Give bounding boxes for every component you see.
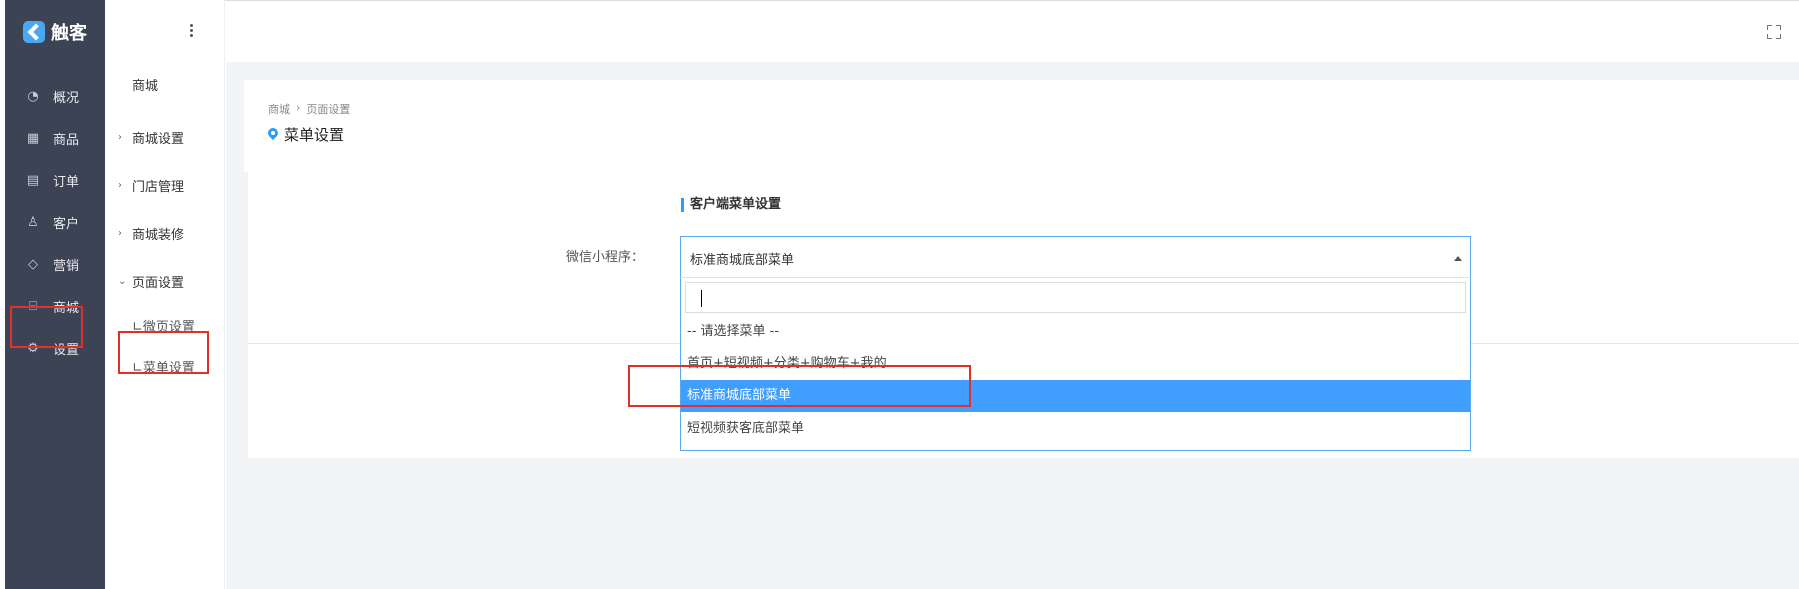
chevron-down-icon: ⌄ (118, 276, 127, 287)
breadcrumb-item[interactable]: 商城 (268, 101, 290, 117)
nav-item-label: 商品 (53, 132, 80, 148)
app-logo[interactable]: 触客 (23, 18, 87, 46)
menu-select[interactable]: 标准商城底部菜单 (680, 236, 1471, 278)
breadcrumb: 商城 › 页面设置 (268, 101, 350, 117)
page-title-row: 菜单设置 (268, 124, 344, 145)
chevron-right-icon: › (118, 180, 122, 191)
gauge-icon: ◔ (27, 88, 39, 104)
breadcrumb-separator-icon: › (296, 101, 301, 114)
tag-icon: ◇ (28, 256, 38, 272)
text-cursor (701, 290, 702, 307)
nav-item-label: 概况 (53, 90, 80, 106)
top-bar (225, 0, 1799, 62)
chevron-right-icon: › (118, 228, 122, 239)
sub-nav-micro-page-settings[interactable]: ∟微页设置 (132, 316, 195, 335)
nav-item-label: 客户 (53, 216, 80, 232)
dropdown-option-selected[interactable]: 标准商城底部菜单 (681, 380, 1470, 412)
sub-nav-store-management[interactable]: › 门店管理 (118, 176, 184, 195)
nav-item-orders[interactable]: ▤ 订单 (5, 165, 105, 195)
location-pin-icon (268, 128, 278, 141)
chevron-right-icon: › (118, 132, 122, 143)
logo-icon (23, 21, 45, 43)
gear-icon: ⚙ (27, 340, 39, 356)
nav-item-label: 营销 (53, 258, 80, 274)
nav-item-label: 商城 (53, 300, 80, 316)
select-value: 标准商城底部菜单 (690, 253, 795, 268)
caret-up-icon (1454, 256, 1462, 261)
nav-item-marketing[interactable]: ◇ 营销 (5, 249, 105, 279)
sub-nav-label: 商城装修 (132, 228, 185, 243)
page-title: 菜单设置 (284, 126, 345, 144)
breadcrumb-item[interactable]: 页面设置 (306, 101, 350, 117)
nav-item-mall[interactable]: ⌸ 商城 (5, 291, 105, 321)
grid-icon: ▦ (26, 130, 40, 146)
dropdown-option[interactable]: -- 请选择菜单 -- (681, 316, 1470, 348)
dropdown-option[interactable]: 短视频获客底部菜单 (681, 413, 1470, 445)
page-header-card (244, 80, 1799, 172)
app-name: 触客 (51, 23, 87, 44)
sub-nav-label: 商城设置 (132, 132, 185, 147)
sub-nav-label: 门店管理 (132, 180, 185, 195)
sub-nav-menu-settings[interactable]: ∟菜单设置 (132, 357, 195, 376)
dropdown-search-input[interactable] (685, 282, 1466, 313)
sub-nav-mall-decoration[interactable]: › 商城装修 (118, 224, 184, 243)
nav-item-products[interactable]: ▦ 商品 (5, 123, 105, 153)
nav-item-customers[interactable]: ♙ 客户 (5, 207, 105, 237)
sub-nav-label: 页面设置 (132, 276, 185, 291)
shop-icon: ⌸ (29, 298, 37, 314)
nav-item-label: 设置 (53, 342, 80, 358)
nav-item-label: 订单 (53, 174, 80, 190)
sub-nav-mall-settings[interactable]: › 商城设置 (118, 128, 184, 147)
section-title: 客户端菜单设置 (681, 198, 781, 212)
sub-nav-page-settings[interactable]: ⌄ 页面设置 (118, 272, 184, 291)
sub-sidebar (105, 0, 225, 589)
fullscreen-icon[interactable] (1767, 25, 1781, 39)
dropdown-option[interactable]: 首页+短视频+分类+购物车+我的 (681, 348, 1470, 380)
nav-item-overview[interactable]: ◔ 概况 (5, 81, 105, 111)
sub-sidebar-title: 商城 (132, 79, 159, 94)
user-icon: ♙ (27, 214, 39, 230)
more-menu-icon[interactable] (190, 24, 194, 38)
nav-item-settings[interactable]: ⚙ 设置 (5, 333, 105, 363)
wechat-miniprogram-label: 微信小程序： (566, 250, 645, 265)
calendar-icon: ▤ (26, 172, 40, 188)
menu-select-dropdown: -- 请选择菜单 -- 首页+短视频+分类+购物车+我的 标准商城底部菜单 短视… (680, 277, 1471, 451)
